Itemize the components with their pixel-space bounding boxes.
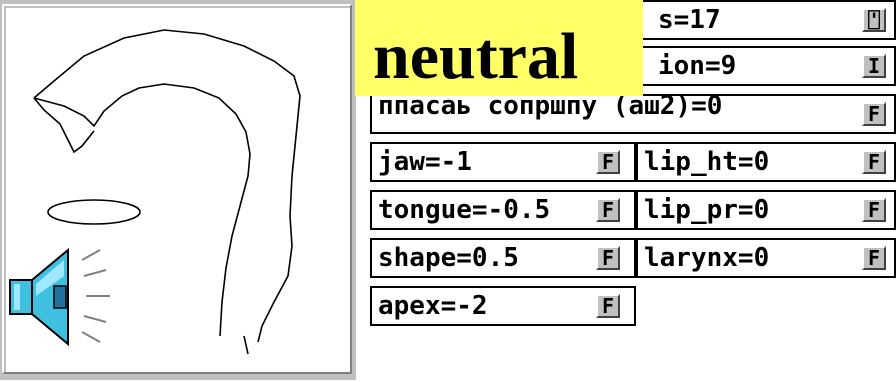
neutral-label-text: neutral <box>373 20 579 93</box>
f-button[interactable]: F <box>862 150 886 174</box>
f-button[interactable]: F <box>596 150 620 174</box>
f-button[interactable]: F <box>862 198 886 222</box>
neutral-label: neutral <box>355 0 643 96</box>
param-label: ion=9 <box>658 51 737 81</box>
param-lip-pr: lip_pr=0 F <box>636 190 896 230</box>
i-button-icon[interactable]: I <box>862 54 886 78</box>
param-label: lip_ht=0 <box>644 147 770 177</box>
param-row-partial-3: ппасаь сопршпу (аш2)=0 F <box>370 91 896 134</box>
param-jaw: jaw=-1 F <box>370 142 636 182</box>
param-tongue: tongue=-0.5 F <box>370 190 636 230</box>
param-label: apex=-2 <box>378 291 488 321</box>
param-label: larynx=0 <box>644 243 770 273</box>
param-label: tongue=-0.5 <box>378 195 551 225</box>
toggle-button-icon[interactable]: ⍞ <box>862 8 886 32</box>
param-lip-ht: lip_ht=0 F <box>636 142 896 182</box>
f-button[interactable]: F <box>596 246 620 270</box>
f-button[interactable]: F <box>596 198 620 222</box>
param-apex: apex=-2 F <box>370 286 636 326</box>
param-shape: shape=0.5 F <box>370 238 636 278</box>
param-label: s=17 <box>658 5 721 35</box>
param-label: lip_pr=0 <box>644 195 770 225</box>
param-label: shape=0.5 <box>378 243 519 273</box>
f-button[interactable]: F <box>862 102 886 126</box>
f-button[interactable]: F <box>596 294 620 318</box>
param-larynx: larynx=0 F <box>636 238 896 278</box>
vocal-tract-panel <box>0 0 356 378</box>
param-label: jaw=-1 <box>378 147 472 177</box>
f-button[interactable]: F <box>862 246 886 270</box>
